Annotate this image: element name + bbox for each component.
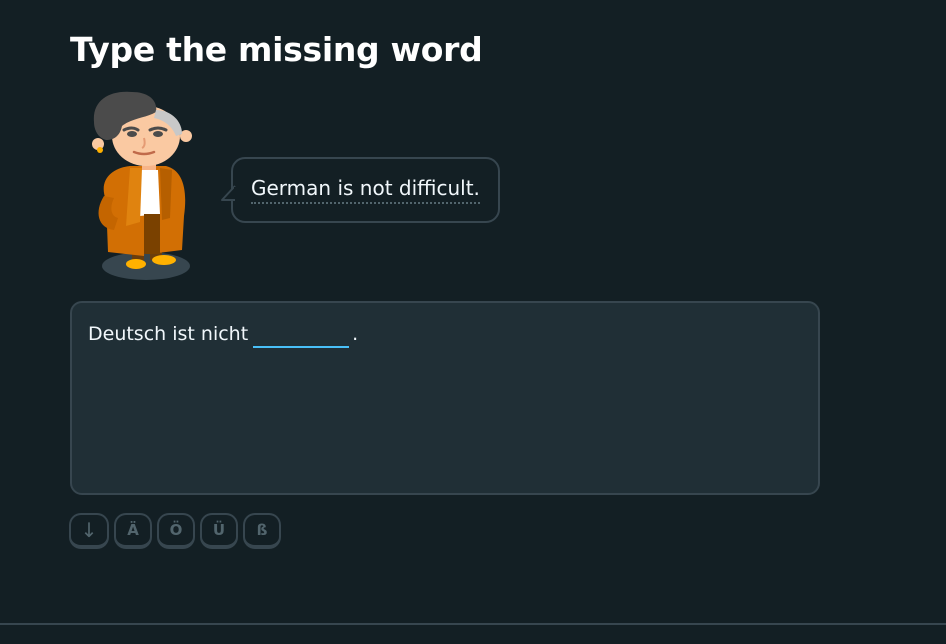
key-u-umlaut[interactable]: Ü (200, 513, 238, 549)
fill-in-sentence: Deutsch ist nicht . (88, 317, 359, 348)
challenge-page: Type the missing word German is not diff… (0, 0, 946, 644)
page-title: Type the missing word (70, 30, 483, 69)
speech-bubble: German is not difficult. (221, 157, 500, 223)
key-a-umlaut[interactable]: Ä (114, 513, 152, 549)
speech-bubble-text[interactable]: German is not difficult. (251, 176, 480, 204)
missing-word-input[interactable] (253, 320, 350, 348)
answer-area: Deutsch ist nicht . (70, 301, 820, 495)
sentence-prefix: Deutsch ist nicht (88, 323, 249, 345)
character-illustration-icon (92, 91, 192, 280)
sentence-suffix: . (352, 323, 359, 345)
footer-divider (0, 623, 946, 625)
collapse-keys-button[interactable]: ↓ (69, 513, 109, 549)
key-eszett[interactable]: ß (243, 513, 281, 549)
speech-bubble-tail-icon (221, 185, 238, 201)
key-o-umlaut[interactable]: Ö (157, 513, 195, 549)
special-character-keys: ↓ Ä Ö Ü ß (69, 513, 281, 549)
